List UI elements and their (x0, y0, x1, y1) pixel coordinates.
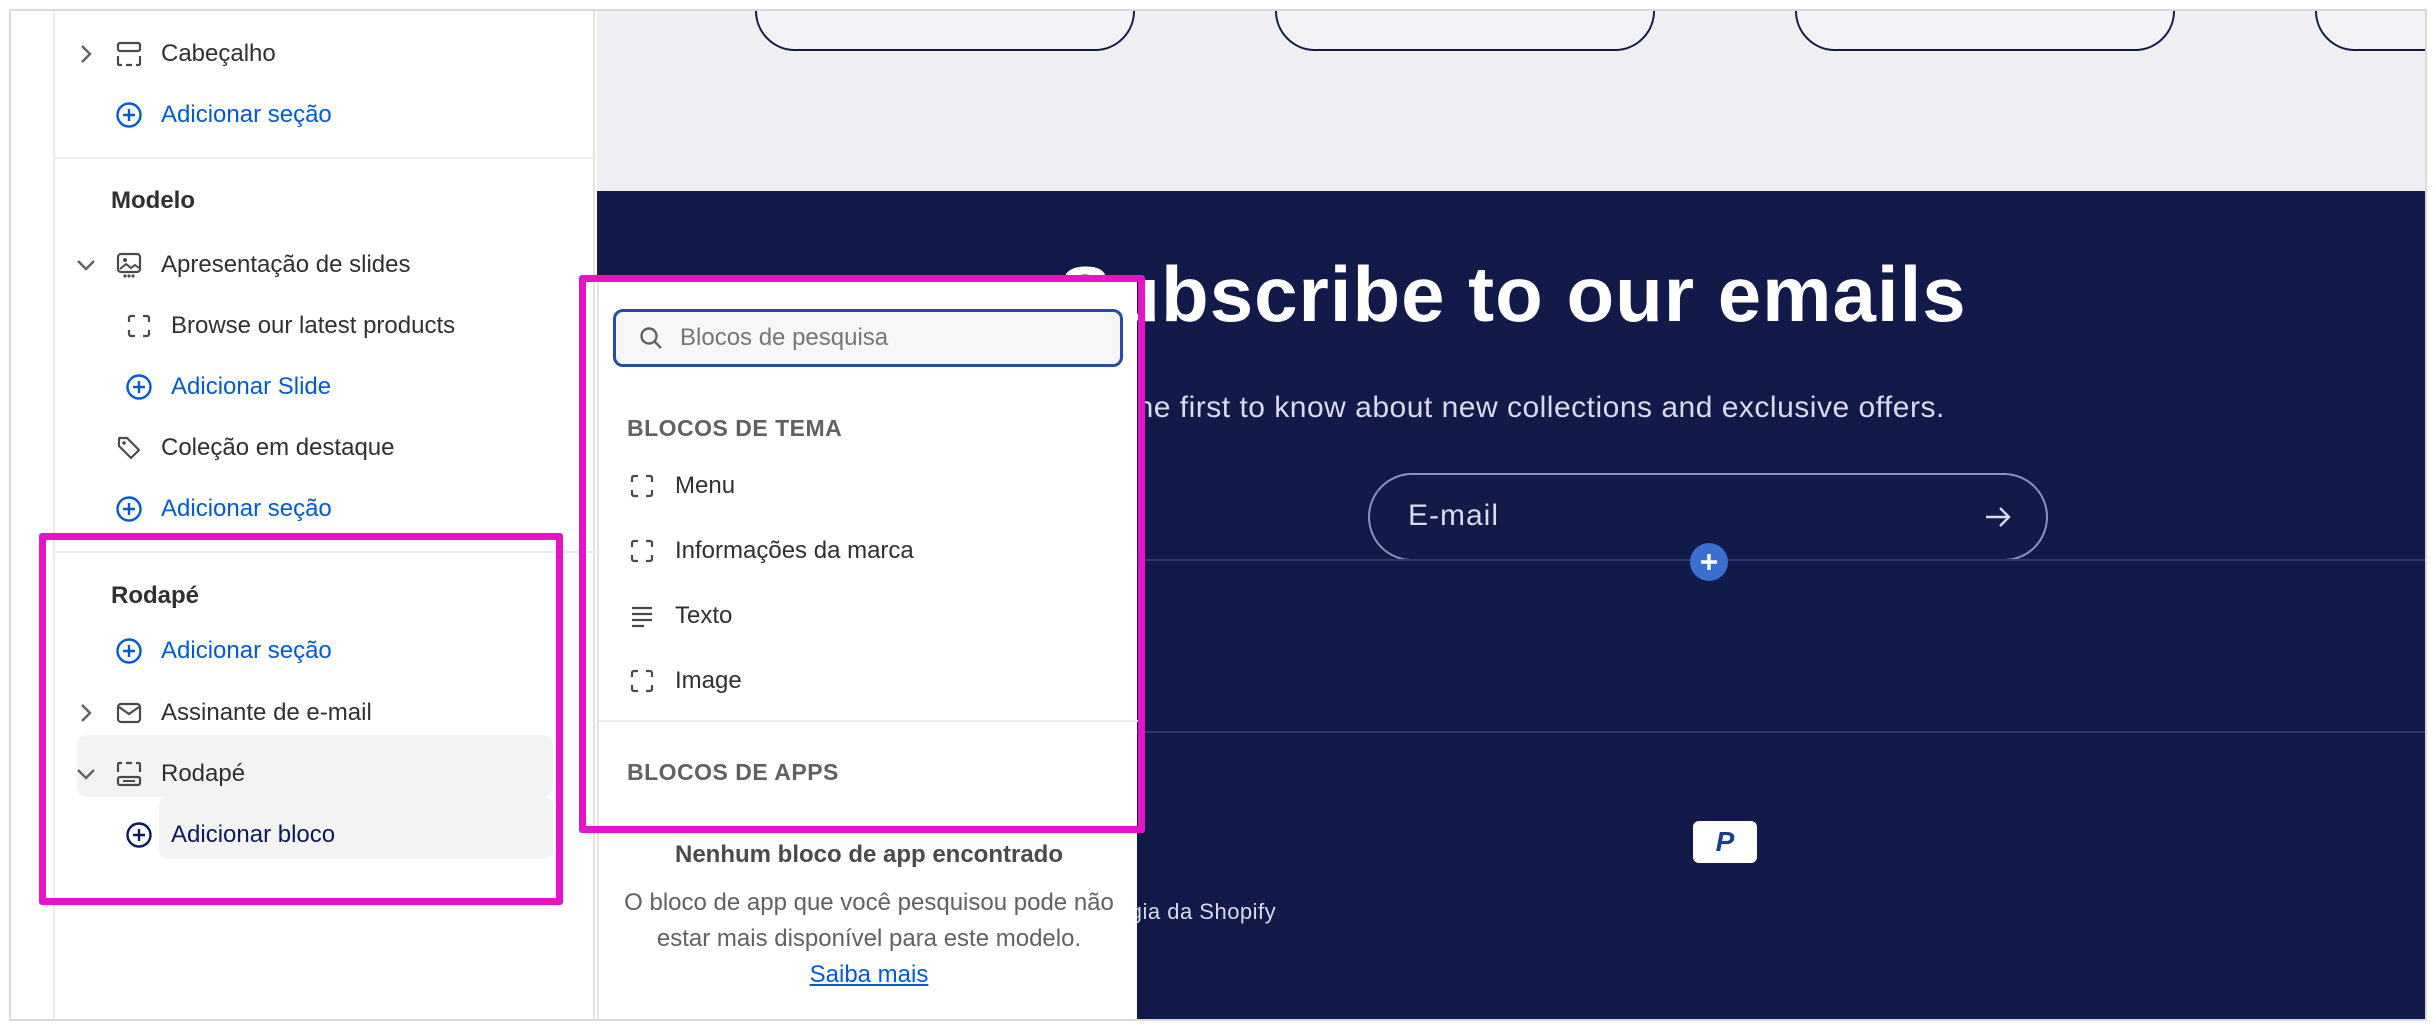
sidebar-divider (55, 157, 595, 159)
chevron-right-icon[interactable] (73, 41, 99, 67)
add-slide-label: Adicionar Slide (171, 373, 332, 400)
empty-state-title: Nenhum bloco de app encontrado (674, 841, 1064, 868)
editor-window: Cabeçalho Adicionar seção Modelo Apresen… (9, 9, 2427, 1021)
powered-by-text: ogia da Shopify (1117, 899, 1277, 924)
category-pill[interactable] (1795, 11, 2175, 51)
category-pill[interactable] (2315, 11, 2425, 51)
sidebar-item-label: Coleção em destaque (161, 434, 395, 461)
plus-circle-icon (123, 371, 155, 403)
chevron-down-icon[interactable] (73, 252, 99, 278)
sidebar-item-header[interactable]: Cabeçalho (73, 25, 276, 83)
empty-state-body: O bloco de app que você pesquisou pode n… (619, 885, 1119, 993)
arrow-right-icon[interactable] (1980, 499, 2016, 535)
category-pill[interactable] (755, 11, 1135, 51)
paypal-icon: P (1693, 821, 1757, 863)
sidebar-item-slide[interactable]: Browse our latest products (123, 297, 455, 355)
empty-state-text: O bloco de app que você pesquisou pode n… (624, 889, 1114, 952)
sidebar-item-slideshow[interactable]: Apresentação de slides (73, 236, 411, 294)
add-slide-button[interactable]: Adicionar Slide (123, 358, 331, 416)
paypal-glyph: P (1715, 826, 1735, 857)
sidebar-item-featured-collection[interactable]: Coleção em destaque (73, 419, 394, 477)
highlight-box-block-list (579, 275, 1145, 833)
plus-circle-icon (113, 493, 145, 525)
insert-section-plus-icon[interactable] (1690, 543, 1728, 581)
sidebar-item-label: Cabeçalho (161, 40, 276, 67)
highlight-box-footer-section (39, 533, 563, 905)
add-section-button-header[interactable]: Adicionar seção (73, 86, 332, 144)
header-layout-icon (113, 38, 145, 70)
sidebar-item-label: Apresentação de slides (161, 251, 411, 278)
add-section-label: Adicionar seção (161, 495, 332, 522)
plus-circle-icon (113, 99, 145, 131)
add-section-label: Adicionar seção (161, 101, 332, 128)
learn-more-link[interactable]: Saiba mais (810, 961, 929, 988)
add-section-button-template[interactable]: Adicionar seção (73, 480, 332, 538)
tag-icon (113, 432, 145, 464)
group-title-template: Modelo (111, 187, 195, 214)
sidebar-item-label: Browse our latest products (171, 312, 456, 339)
slideshow-icon (113, 249, 145, 281)
category-pill[interactable] (1275, 11, 1655, 51)
email-placeholder: E-mail (1408, 499, 1500, 532)
block-frame-icon (123, 310, 155, 342)
